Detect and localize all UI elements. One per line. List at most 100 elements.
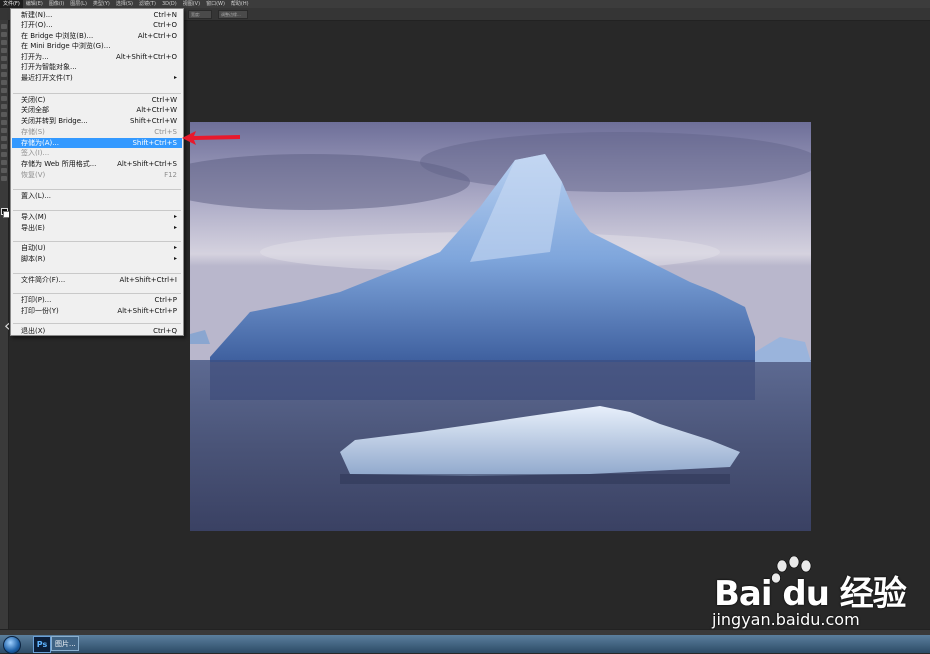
pen-tool-icon[interactable] bbox=[1, 136, 7, 141]
menu-item-shortcut: Shift+Ctrl+W bbox=[129, 117, 177, 125]
menu-item-shortcut: Ctrl+P bbox=[154, 296, 177, 304]
file-menu-item[interactable]: 最近打开文件(T) ▸ bbox=[12, 73, 182, 83]
menu-item-label: 关闭(C) bbox=[21, 96, 46, 104]
menu-item-label: 打开(O)... bbox=[21, 21, 53, 29]
menubar-item[interactable]: 帮助(H) bbox=[228, 0, 252, 8]
menu-item-shortcut: Shift+Ctrl+S bbox=[132, 139, 177, 147]
menubar-item[interactable]: 文件(F) bbox=[0, 0, 23, 8]
file-menu-item[interactable]: 打印(P)... Ctrl+P bbox=[12, 295, 182, 305]
photoshop-task-button[interactable]: Ps bbox=[33, 636, 51, 653]
path-select-tool-icon[interactable] bbox=[1, 152, 7, 157]
shape-tool-icon[interactable] bbox=[1, 160, 7, 165]
menu-item-label: 导入(M) bbox=[21, 213, 47, 221]
menubar-item[interactable]: 类型(Y) bbox=[90, 0, 113, 8]
history-brush-tool-icon[interactable] bbox=[1, 96, 7, 101]
file-menu-item[interactable]: 脚本(R) ▸ bbox=[12, 254, 182, 264]
file-menu-item[interactable]: 在 Mini Bridge 中浏览(G)... bbox=[12, 41, 182, 51]
menu-bar: 文件(F) 编辑(E) 图像(I) 图层(L) 类型(Y) 选择(S) 滤镜(T) 3D(D)… bbox=[0, 0, 930, 8]
file-menu-item[interactable]: 新建(N)... Ctrl+N bbox=[12, 10, 182, 20]
submenu-arrow-icon: ▸ bbox=[173, 213, 177, 220]
menubar-item[interactable]: 编辑(E) bbox=[23, 0, 46, 8]
chevron-left-icon[interactable]: ‹ bbox=[4, 318, 10, 334]
menu-item-label: 文件简介(F)... bbox=[21, 276, 66, 284]
file-menu-item[interactable]: 自动(U) ▸ bbox=[12, 243, 182, 253]
menu-item-label: 存储为 Web 所用格式... bbox=[21, 160, 97, 168]
file-menu-item[interactable]: 打开为智能对象... bbox=[12, 62, 182, 72]
menu-item-label: 关闭并转到 Bridge... bbox=[21, 117, 88, 125]
menu-item-shortcut: Ctrl+S bbox=[154, 128, 177, 136]
menu-item-shortcut: Ctrl+W bbox=[151, 96, 177, 104]
menu-separator bbox=[13, 273, 181, 274]
menu-item-shortcut: Ctrl+N bbox=[153, 11, 177, 19]
menubar-item[interactable]: 滤镜(T) bbox=[136, 0, 159, 8]
lasso-tool-icon[interactable] bbox=[1, 40, 7, 45]
file-menu-item[interactable]: 打印一份(Y) Alt+Shift+Ctrl+P bbox=[12, 306, 182, 316]
file-menu-item[interactable]: 存储(S) Ctrl+S bbox=[12, 127, 182, 137]
document-canvas[interactable] bbox=[190, 122, 811, 531]
watermark-site: jingyan.baidu.com bbox=[712, 610, 860, 629]
width-field[interactable]: 宽度: bbox=[188, 10, 212, 19]
submenu-arrow-icon: ▸ bbox=[173, 244, 177, 251]
file-menu-item[interactable]: 关闭并转到 Bridge... Shift+Ctrl+W bbox=[12, 116, 182, 126]
menubar-item[interactable]: 视图(V) bbox=[180, 0, 203, 8]
file-menu-item[interactable]: 恢复(V) F12 bbox=[12, 170, 182, 180]
file-menu-item[interactable]: 关闭全部 Alt+Ctrl+W bbox=[12, 105, 182, 115]
type-tool-icon[interactable] bbox=[1, 144, 7, 149]
file-menu-item[interactable]: 文件简介(F)... Alt+Shift+Ctrl+I bbox=[12, 275, 182, 285]
brush-tool-icon[interactable] bbox=[1, 80, 7, 85]
file-menu-item[interactable]: 关闭(C) Ctrl+W bbox=[12, 95, 182, 105]
submenu-arrow-icon: ▸ bbox=[173, 74, 177, 81]
menu-item-shortcut: Alt+Shift+Ctrl+O bbox=[116, 53, 177, 61]
file-menu-item[interactable]: 退出(X) Ctrl+Q bbox=[12, 326, 182, 336]
watermark-brand: Bai du 经验 bbox=[714, 574, 907, 614]
file-menu-item[interactable]: 存储为 Web 所用格式... Alt+Shift+Ctrl+S bbox=[12, 159, 182, 169]
healing-brush-tool-icon[interactable] bbox=[1, 72, 7, 77]
submenu-arrow-icon: ▸ bbox=[173, 224, 177, 231]
start-button[interactable] bbox=[3, 636, 21, 654]
menu-separator bbox=[13, 241, 181, 242]
file-menu-item[interactable]: 存储为(A)... Shift+Ctrl+S bbox=[12, 138, 182, 148]
move-tool-icon[interactable] bbox=[1, 24, 7, 29]
file-menu-item[interactable]: 打开(O)... Ctrl+O bbox=[12, 20, 182, 30]
file-menu-item[interactable]: 在 Bridge 中浏览(B)... Alt+Ctrl+O bbox=[12, 31, 182, 41]
menu-item-label: 存储(S) bbox=[21, 128, 45, 136]
eyedropper-tool-icon[interactable] bbox=[1, 64, 7, 69]
zoom-tool-icon[interactable] bbox=[1, 176, 7, 181]
eraser-tool-icon[interactable] bbox=[1, 104, 7, 109]
file-menu-item[interactable]: 导入(M) ▸ bbox=[12, 212, 182, 222]
menubar-item[interactable]: 窗口(W) bbox=[203, 0, 228, 8]
file-menu-item[interactable]: 签入(I)... bbox=[12, 148, 182, 158]
menubar-item[interactable]: 选择(S) bbox=[113, 0, 136, 8]
menu-item-label: 恢复(V) bbox=[21, 171, 46, 179]
menubar-item[interactable]: 图层(L) bbox=[67, 0, 90, 8]
menu-item-label: 签入(I)... bbox=[21, 149, 50, 157]
file-menu-item[interactable]: 置入(L)... bbox=[12, 191, 182, 201]
red-arrow-icon bbox=[182, 131, 240, 145]
dodge-tool-icon[interactable] bbox=[1, 128, 7, 133]
menubar-item[interactable]: 3D(D) bbox=[159, 0, 180, 8]
menu-separator bbox=[13, 93, 181, 94]
clone-stamp-tool-icon[interactable] bbox=[1, 88, 7, 93]
refine-edge-button[interactable]: 调整边缘... bbox=[218, 10, 248, 19]
menu-separator bbox=[13, 189, 181, 190]
menu-separator bbox=[13, 293, 181, 294]
menu-item-label: 自动(U) bbox=[21, 244, 46, 252]
marquee-tool-icon[interactable] bbox=[1, 32, 7, 37]
quick-select-tool-icon[interactable] bbox=[1, 48, 7, 53]
gradient-tool-icon[interactable] bbox=[1, 112, 7, 117]
menu-item-label: 打开为智能对象... bbox=[21, 63, 77, 71]
blur-tool-icon[interactable] bbox=[1, 120, 7, 125]
image-viewer-task-button[interactable]: 图片... bbox=[51, 636, 79, 651]
menu-item-shortcut: Alt+Shift+Ctrl+S bbox=[117, 160, 177, 168]
hand-tool-icon[interactable] bbox=[1, 168, 7, 173]
menu-item-label: 置入(L)... bbox=[21, 192, 52, 200]
file-menu-item[interactable]: 导出(E) ▸ bbox=[12, 223, 182, 233]
file-menu-item[interactable]: 打开为... Alt+Shift+Ctrl+O bbox=[12, 52, 182, 62]
menu-item-label: 打开为... bbox=[21, 53, 49, 61]
menu-item-shortcut: Ctrl+Q bbox=[153, 327, 177, 335]
submenu-arrow-icon: ▸ bbox=[173, 255, 177, 262]
menu-item-label: 存储为(A)... bbox=[21, 139, 59, 147]
menubar-item[interactable]: 图像(I) bbox=[46, 0, 67, 8]
menu-item-shortcut: Ctrl+O bbox=[153, 21, 177, 29]
crop-tool-icon[interactable] bbox=[1, 56, 7, 61]
